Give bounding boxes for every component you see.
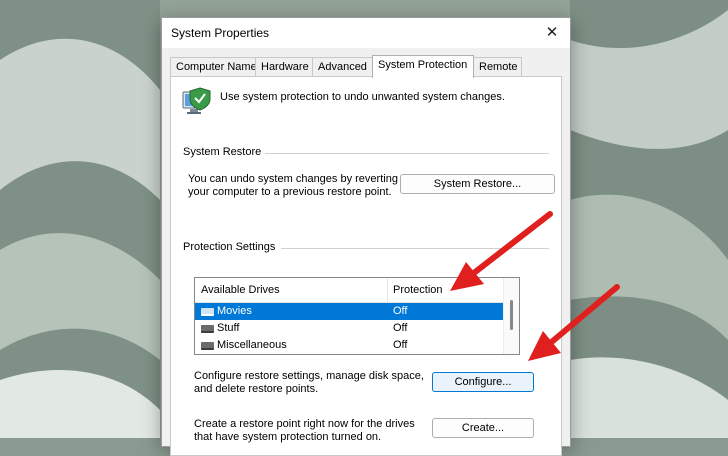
- drive-protection: Off: [393, 339, 408, 351]
- list-scrollbar[interactable]: [503, 278, 519, 354]
- close-button[interactable]: ✕: [534, 18, 570, 48]
- drive-icon: [201, 308, 214, 316]
- system-properties-dialog: System Properties ✕ Computer Name Hardwa…: [161, 17, 571, 456]
- computer-shield-icon: [182, 87, 211, 114]
- scrollbar-thumb[interactable]: [510, 300, 513, 330]
- title-bar: System Properties ✕: [162, 18, 570, 48]
- column-protection[interactable]: Protection: [393, 284, 443, 296]
- system-restore-group-title: System Restore: [183, 146, 262, 158]
- drive-icon: [201, 342, 214, 350]
- window-title: System Properties: [171, 26, 270, 40]
- configure-button[interactable]: Configure...: [432, 372, 534, 392]
- group-divider: [265, 153, 549, 154]
- system-restore-description: You can undo system changes by reverting…: [188, 173, 398, 198]
- tab-system-protection[interactable]: System Protection: [372, 55, 474, 78]
- configure-description: Configure restore settings, manage disk …: [194, 370, 424, 395]
- drive-protection: Off: [393, 305, 408, 317]
- drive-name: Miscellaneous: [217, 339, 287, 351]
- system-restore-button[interactable]: System Restore...: [400, 174, 555, 194]
- drive-row-miscellaneous[interactable]: Miscellaneous Off: [195, 337, 506, 354]
- protection-settings-group-title: Protection Settings: [183, 241, 276, 253]
- drives-list[interactable]: Available Drives Protection Movies Off S…: [194, 277, 520, 355]
- drive-row-movies[interactable]: Movies Off: [195, 303, 506, 320]
- create-description: Create a restore point right now for the…: [194, 418, 415, 443]
- tab-hardware[interactable]: Hardware: [255, 57, 313, 77]
- drive-icon: [201, 325, 214, 333]
- list-header: Available Drives Protection: [195, 278, 506, 303]
- tab-remote[interactable]: Remote: [473, 57, 522, 77]
- drive-name: Movies: [217, 305, 252, 317]
- drive-row-stuff[interactable]: Stuff Off: [195, 320, 506, 337]
- intro-text: Use system protection to undo unwanted s…: [220, 91, 505, 103]
- drive-protection: Off: [393, 322, 408, 334]
- group-divider: [281, 248, 549, 249]
- column-available-drives[interactable]: Available Drives: [201, 284, 280, 296]
- tab-computer-name[interactable]: Computer Name: [170, 57, 257, 77]
- drive-name: Stuff: [217, 322, 240, 334]
- system-protection-page: Use system protection to undo unwanted s…: [170, 76, 562, 456]
- close-icon: ✕: [545, 24, 559, 41]
- tab-strip: Computer Name Hardware Advanced System P…: [170, 55, 560, 78]
- column-separator: [387, 278, 388, 302]
- tab-advanced[interactable]: Advanced: [312, 57, 373, 77]
- create-button[interactable]: Create...: [432, 418, 534, 438]
